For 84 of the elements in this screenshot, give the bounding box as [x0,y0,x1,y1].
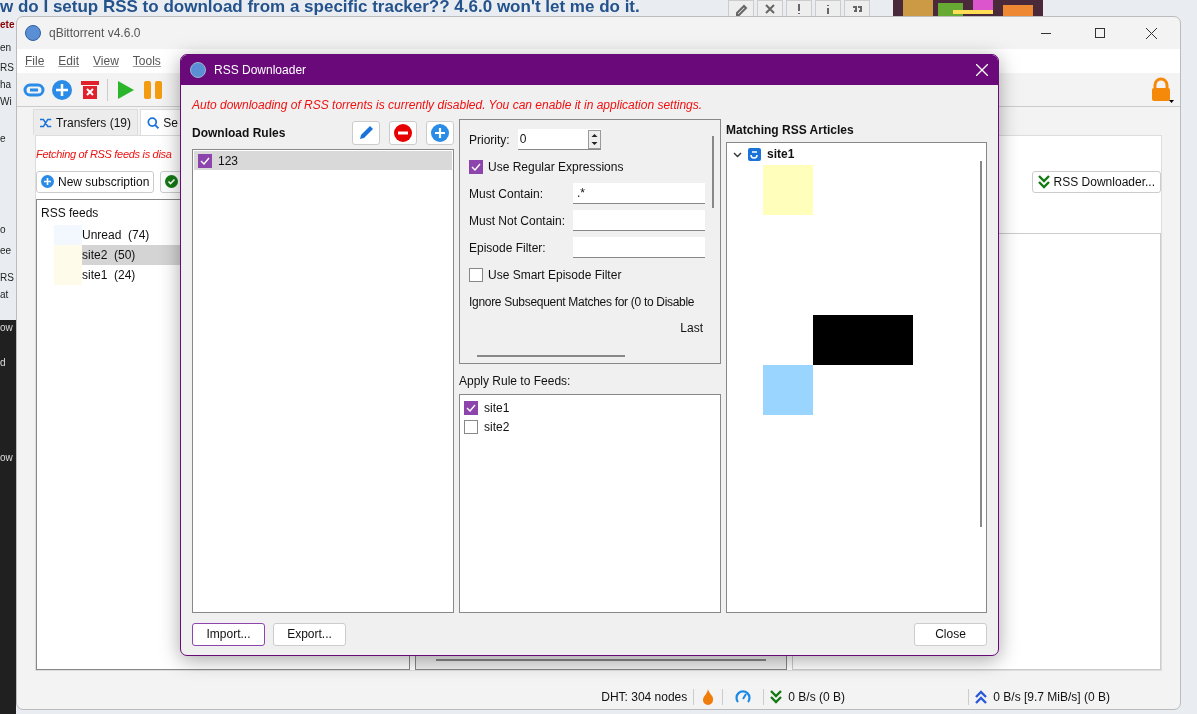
feed-name: site2 [484,418,510,436]
page-text: ee [0,244,12,258]
rss-downloader-button[interactable]: RSS Downloader... [1031,170,1161,193]
upload-speed: 0 B/s [9.7 MiB/s] (0 B) [993,689,1110,706]
page-text: ha [0,78,12,92]
page-text: RS [0,271,14,285]
episode-filter-label: Episode Filter: [469,239,547,257]
search-icon [147,115,160,130]
page-text: d [0,356,6,370]
page-text: o [0,223,6,237]
must-contain-label: Must Contain: [469,185,545,203]
menu-item[interactable]: Edit [58,52,80,70]
minimize-icon[interactable] [1041,32,1051,34]
scrollbar-thumb[interactable] [980,161,982,527]
use-regex-label: Use Regular Expressions [488,158,624,176]
double-chevron-down-icon [1037,174,1050,189]
add-icon [431,124,449,142]
new-subscription-button[interactable]: New subscription [36,170,155,193]
page-text: en [0,41,12,55]
checkbox[interactable] [198,153,212,168]
import-button[interactable]: Import... [192,622,265,646]
edit-button[interactable] [352,121,380,145]
menu-item[interactable]: File [25,52,45,70]
scrollbar-thumb[interactable] [477,355,625,357]
ignore-matches-label: Ignore Subsequent Matches for (0 to Disable [469,294,696,311]
page-text: at [0,288,9,302]
flame-icon [702,689,715,705]
close-button[interactable]: Close [914,622,987,646]
page-text: ow [0,321,13,335]
warning-text: Auto downloading of RSS torrents is currently disabled. You can enable it in application settings. [192,97,704,114]
close-icon[interactable] [1146,27,1157,39]
feeds-header: RSS feeds [41,204,100,222]
feed-name[interactable]: site1 [767,145,795,163]
app-icon [25,25,41,41]
apply-feeds-label: Apply Rule to Feeds: [459,373,572,390]
rules-header: Download Rules [192,125,287,142]
feed-icon [748,147,761,161]
maximize-icon[interactable] [1095,28,1105,38]
tab[interactable]: Transfers (19) [33,109,138,135]
pencil-icon [358,125,374,141]
feed-name: site1 [484,399,510,417]
articles-header: Matching RSS Articles [726,122,854,139]
window-title: qBittorrent v4.6.0 [49,25,141,42]
page-text: Wi [0,95,12,109]
rule-item[interactable]: 123 [194,151,452,170]
add-icon [41,175,54,188]
notice-text: Fetching of RSS feeds is disa [36,147,172,162]
checkbox[interactable] [469,267,483,282]
dialog-title: RSS Downloader [214,62,307,79]
episode-filter-field[interactable] [573,237,705,258]
remove-icon [394,124,412,142]
check-icon [165,175,179,188]
checkbox[interactable] [464,400,478,415]
page-text: ow [0,451,13,465]
last-match-label: Last [680,320,703,337]
article-placeholder [763,165,813,215]
must-contain-field[interactable]: .* [573,183,705,204]
download-speed: 0 B/s (0 B) [788,689,846,706]
page-heading: w do I setup RSS to download from a specific tracker?? 4.6.0 won't let me do it. [0,0,640,16]
page-text: e [0,132,6,146]
scrollbar-thumb[interactable] [711,136,714,208]
remove-button[interactable] [389,121,417,145]
checkbox[interactable] [464,419,478,434]
upload-icon [975,690,988,704]
must-not-contain-label: Must Not Contain: [469,212,567,230]
page-text: RS [0,61,14,75]
priority-label: Priority: [469,131,510,149]
trash-icon[interactable] [79,78,101,101]
dht-status: DHT: 304 nodes [600,689,689,706]
download-icon [770,690,783,704]
spin-arrows-icon[interactable] [587,129,601,149]
export-button[interactable]: Export... [273,622,346,646]
smart-filter-label: Use Smart Episode Filter [488,266,622,284]
must-not-contain-field[interactable] [573,210,705,231]
shuffle-icon [40,116,53,129]
author-name: ete [0,18,15,32]
priority-spinbox[interactable]: 0 [517,129,601,150]
add-icon[interactable] [51,78,73,101]
checkbox[interactable] [469,159,483,174]
menu-item[interactable]: Tools [132,52,161,70]
app-icon [190,62,206,78]
menu-item[interactable]: View [93,52,119,70]
add-button[interactable] [426,121,454,145]
gauge-icon [735,689,752,705]
